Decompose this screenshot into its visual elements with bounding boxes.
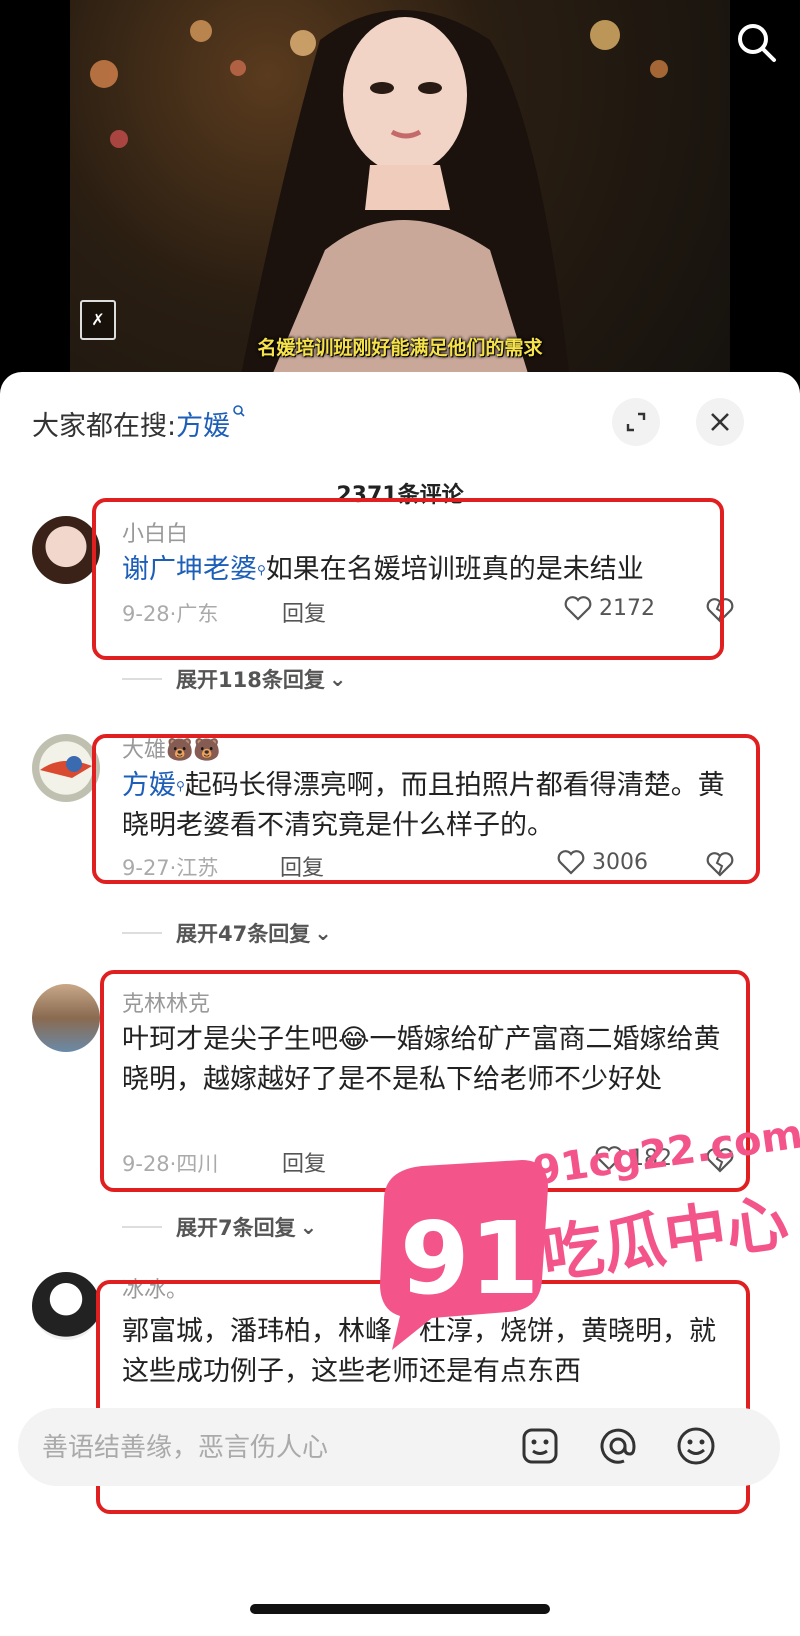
expand-replies[interactable]: 展开47条回复 ⌄ bbox=[122, 918, 332, 948]
expand-replies-label: 展开47条回复 bbox=[176, 922, 311, 946]
close-icon bbox=[711, 413, 729, 431]
comment-input-bar bbox=[18, 1408, 780, 1486]
comment-input[interactable] bbox=[40, 1424, 484, 1472]
video-player[interactable]: ✗ 名媛培训班刚好能满足他们的需求 bbox=[0, 0, 800, 380]
video-subtitle: 名媛培训班刚好能满足他们的需求 bbox=[257, 337, 543, 359]
avatar[interactable] bbox=[32, 984, 100, 1052]
video-person-image bbox=[240, 10, 570, 380]
chevron-down-icon: ⌄ bbox=[328, 667, 347, 691]
chevron-down-icon: ⌄ bbox=[299, 1215, 318, 1239]
sticker-icon[interactable] bbox=[518, 1424, 562, 1468]
at-mention-icon[interactable] bbox=[596, 1424, 640, 1468]
keyword-search-icon bbox=[233, 405, 245, 417]
highlight-box bbox=[100, 970, 750, 1192]
avatar-illustration bbox=[40, 756, 92, 778]
avatar[interactable] bbox=[32, 734, 100, 802]
expand-replies-label: 展开118条回复 bbox=[176, 668, 325, 692]
avatar[interactable] bbox=[32, 1272, 100, 1340]
highlight-box bbox=[92, 498, 724, 660]
home-indicator[interactable] bbox=[250, 1604, 550, 1614]
expand-replies[interactable]: 展开118条回复 ⌄ bbox=[122, 664, 346, 694]
close-button[interactable] bbox=[696, 398, 744, 446]
expand-icon bbox=[626, 412, 646, 432]
emoji-icon[interactable] bbox=[674, 1424, 718, 1468]
search-icon[interactable] bbox=[734, 20, 780, 66]
expand-button[interactable] bbox=[612, 398, 660, 446]
expand-replies-label: 展开7条回复 bbox=[176, 1216, 296, 1240]
expand-replies[interactable]: 展开7条回复 ⌄ bbox=[122, 1212, 317, 1242]
trending-search[interactable]: 大家都在搜:方媛 bbox=[32, 404, 246, 443]
avatar[interactable] bbox=[32, 516, 100, 584]
trending-search-keyword[interactable]: 方媛 bbox=[176, 411, 230, 442]
chevron-down-icon: ⌄ bbox=[314, 921, 332, 945]
highlight-box bbox=[92, 734, 760, 884]
video-frame: ✗ 名媛培训班刚好能满足他们的需求 bbox=[70, 0, 730, 380]
trending-search-prefix: 大家都在搜: bbox=[32, 411, 177, 442]
